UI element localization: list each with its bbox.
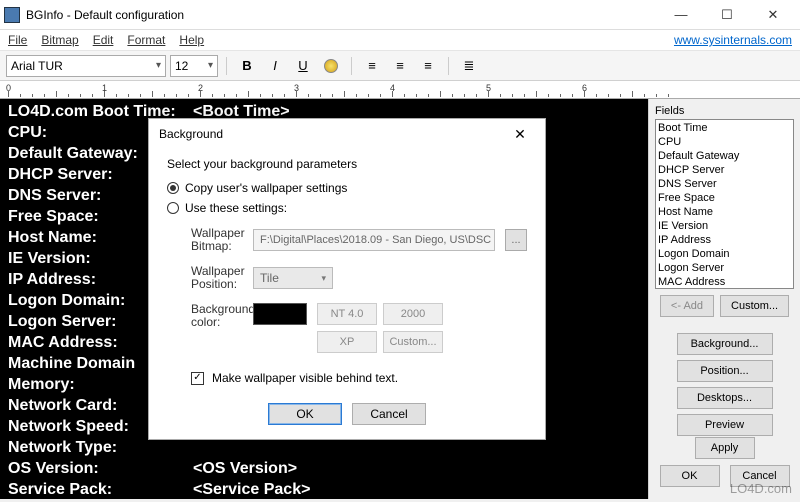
minimize-button[interactable]: — bbox=[658, 0, 704, 30]
window-controls: — ☐ ✕ bbox=[658, 0, 796, 30]
preset-xp-button[interactable]: XP bbox=[317, 331, 377, 353]
menu-edit[interactable]: Edit bbox=[93, 33, 114, 47]
align-right-button[interactable]: ≡ bbox=[416, 55, 440, 77]
field-list-item[interactable]: Boot Time bbox=[658, 121, 791, 135]
app-icon bbox=[4, 7, 20, 23]
side-panel: Fields Boot TimeCPUDefault GatewayDHCP S… bbox=[648, 99, 800, 499]
menu-file[interactable]: File bbox=[8, 33, 27, 47]
format-toolbar: Arial TUR 12 B I U ≡ ≡ ≡ ≣ bbox=[0, 51, 800, 81]
preset-custom-button[interactable]: Custom... bbox=[383, 331, 443, 353]
field-list-item[interactable]: DHCP Server bbox=[658, 163, 791, 177]
background-color-swatch[interactable] bbox=[253, 303, 307, 325]
custom-field-button[interactable]: Custom... bbox=[720, 295, 789, 317]
ruler: 0123456 bbox=[0, 81, 800, 99]
dialog-prompt: Select your background parameters bbox=[167, 157, 527, 171]
preset-2000-button[interactable]: 2000 bbox=[383, 303, 443, 325]
menu-format[interactable]: Format bbox=[127, 33, 165, 47]
wallpaper-bitmap-input[interactable]: F:\Digital\Places\2018.09 - San Diego, U… bbox=[253, 229, 495, 251]
menu-bitmap[interactable]: Bitmap bbox=[41, 33, 78, 47]
main-cancel-button[interactable]: Cancel bbox=[730, 465, 790, 487]
field-list-item[interactable]: Logon Server bbox=[658, 261, 791, 275]
underline-button[interactable]: U bbox=[291, 55, 315, 77]
radio-icon bbox=[167, 182, 179, 194]
menu-help[interactable]: Help bbox=[179, 33, 204, 47]
field-list-item[interactable]: DNS Server bbox=[658, 177, 791, 191]
bullets-button[interactable]: ≣ bbox=[457, 55, 481, 77]
color-swatch-icon bbox=[324, 59, 338, 73]
apply-button[interactable]: Apply bbox=[695, 437, 755, 459]
field-list-item[interactable]: CPU bbox=[658, 135, 791, 149]
dialog-cancel-button[interactable]: Cancel bbox=[352, 403, 426, 425]
editor-line: Service Pack:<Service Pack> bbox=[8, 479, 640, 499]
browse-bitmap-button[interactable]: ... bbox=[505, 229, 527, 251]
sysinternals-link[interactable]: www.sysinternals.com bbox=[674, 33, 792, 47]
editor-line: OS Version:<OS Version> bbox=[8, 458, 640, 479]
titlebar: BGInfo - Default configuration — ☐ ✕ bbox=[0, 0, 800, 30]
field-list-item[interactable]: Default Gateway bbox=[658, 149, 791, 163]
align-center-button[interactable]: ≡ bbox=[388, 55, 412, 77]
field-value: <Service Pack> bbox=[193, 481, 310, 498]
fields-label: Fields bbox=[655, 105, 794, 117]
menubar: File Bitmap Edit Format Help www.sysinte… bbox=[0, 30, 800, 51]
desktops-button[interactable]: Desktops... bbox=[677, 387, 773, 409]
bold-button[interactable]: B bbox=[235, 55, 259, 77]
italic-button[interactable]: I bbox=[263, 55, 287, 77]
field-label: OS Version: bbox=[8, 458, 193, 479]
field-list-item[interactable]: Logon Domain bbox=[658, 247, 791, 261]
preview-button[interactable]: Preview bbox=[677, 414, 773, 436]
editor-line: Network Type: bbox=[8, 437, 640, 458]
background-dialog: Background ✕ Select your background para… bbox=[148, 118, 546, 440]
align-left-button[interactable]: ≡ bbox=[360, 55, 384, 77]
font-size-select[interactable]: 12 bbox=[170, 55, 218, 77]
radio-icon bbox=[167, 202, 179, 214]
position-button[interactable]: Position... bbox=[677, 360, 773, 382]
field-label: Network Type: bbox=[8, 437, 193, 458]
field-label: Service Pack: bbox=[8, 479, 193, 499]
radio-copy-settings[interactable]: Copy user's wallpaper settings bbox=[167, 181, 527, 195]
radio-use-settings[interactable]: Use these settings: bbox=[167, 201, 527, 215]
wallpaper-position-label: Wallpaper Position: bbox=[167, 265, 243, 291]
wallpaper-bitmap-label: Wallpaper Bitmap: bbox=[167, 227, 243, 253]
text-color-button[interactable] bbox=[319, 55, 343, 77]
close-button[interactable]: ✕ bbox=[750, 0, 796, 30]
visible-behind-text-checkbox[interactable]: Make wallpaper visible behind text. bbox=[167, 371, 527, 385]
field-list-item[interactable]: IE Version bbox=[658, 219, 791, 233]
dialog-ok-button[interactable]: OK bbox=[268, 403, 342, 425]
background-color-label: Background color: bbox=[167, 303, 243, 329]
field-list-item[interactable]: MAC Address bbox=[658, 275, 791, 289]
maximize-button[interactable]: ☐ bbox=[704, 0, 750, 30]
checkbox-icon bbox=[191, 372, 204, 385]
wallpaper-position-select[interactable]: Tile bbox=[253, 267, 333, 289]
add-field-button[interactable]: <- Add bbox=[660, 295, 714, 317]
dialog-close-button[interactable]: ✕ bbox=[505, 126, 535, 143]
fields-listbox[interactable]: Boot TimeCPUDefault GatewayDHCP ServerDN… bbox=[655, 119, 794, 289]
background-button[interactable]: Background... bbox=[677, 333, 773, 355]
field-list-item[interactable]: Free Space bbox=[658, 191, 791, 205]
dialog-title: Background bbox=[159, 127, 505, 141]
main-ok-button[interactable]: OK bbox=[660, 465, 720, 487]
field-value: <OS Version> bbox=[193, 460, 297, 477]
field-list-item[interactable]: IP Address bbox=[658, 233, 791, 247]
window-title: BGInfo - Default configuration bbox=[26, 8, 658, 22]
dialog-titlebar: Background ✕ bbox=[149, 119, 545, 149]
field-list-item[interactable]: Host Name bbox=[658, 205, 791, 219]
preset-nt40-button[interactable]: NT 4.0 bbox=[317, 303, 377, 325]
font-family-select[interactable]: Arial TUR bbox=[6, 55, 166, 77]
